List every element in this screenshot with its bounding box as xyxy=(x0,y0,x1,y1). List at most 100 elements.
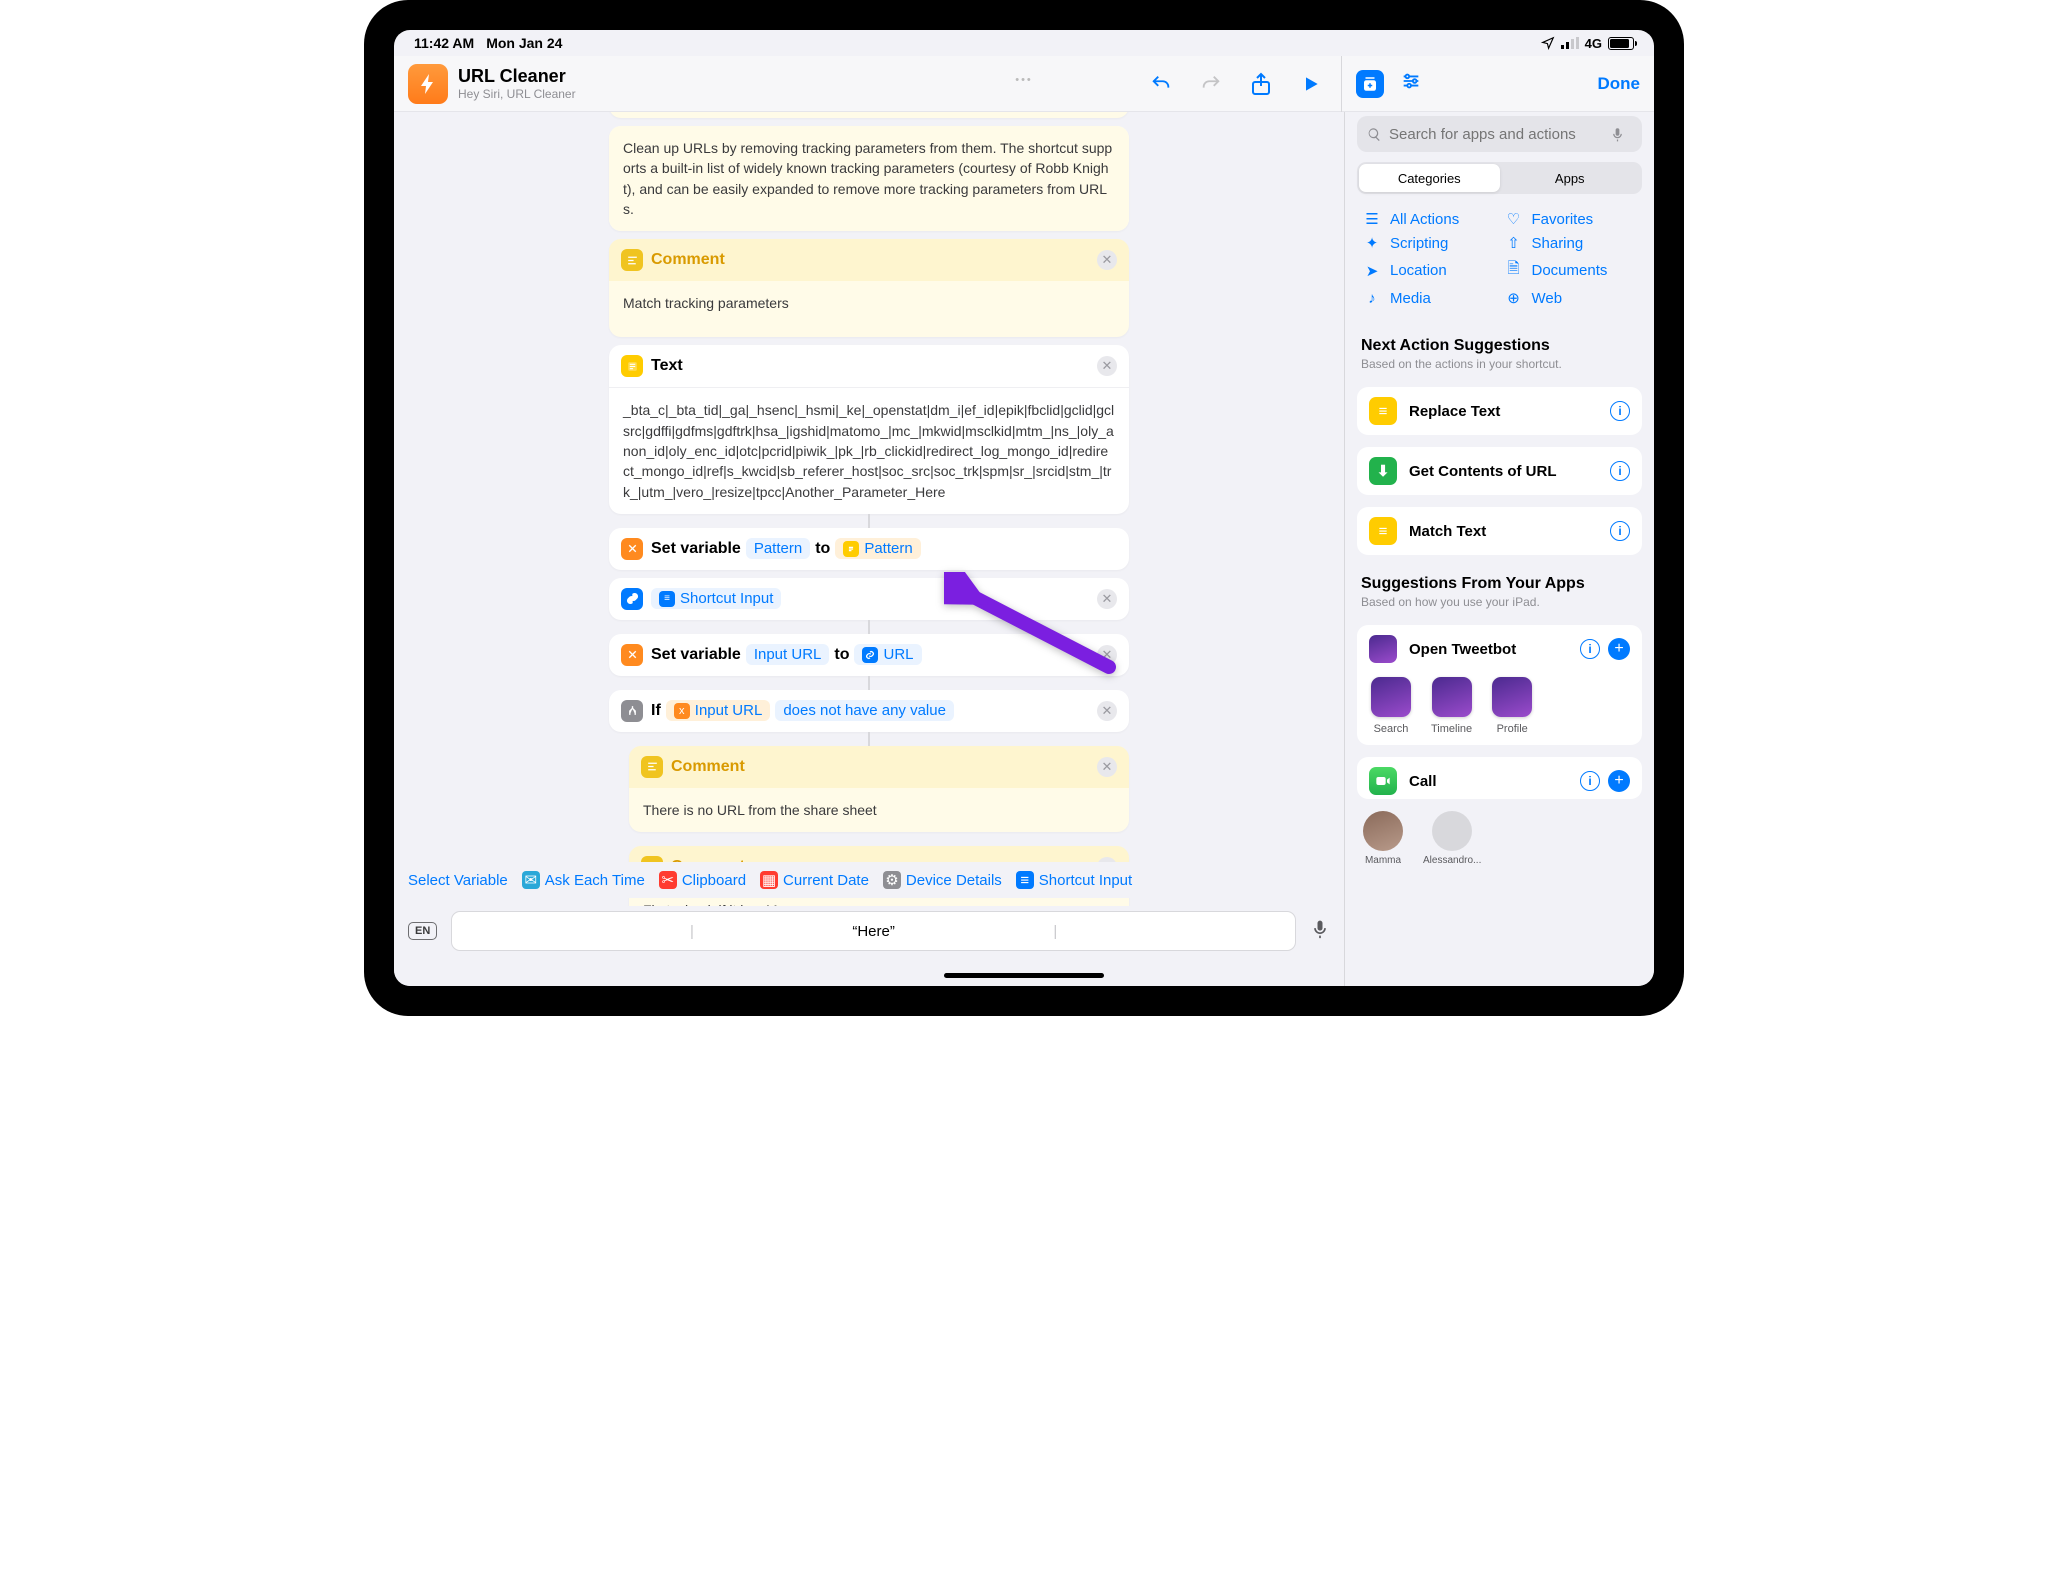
search-input[interactable] xyxy=(1389,126,1610,143)
description-text: Clean up URLs by removing tracking param… xyxy=(609,126,1129,231)
search-field[interactable] xyxy=(1357,116,1642,152)
suggestion-get-contents[interactable]: ⬇ Get Contents of URL i xyxy=(1357,447,1642,495)
siri-subtitle: Hey Siri, URL Cleaner xyxy=(458,87,1149,101)
seg-apps[interactable]: Apps xyxy=(1500,164,1641,192)
link-icon xyxy=(621,588,643,610)
status-bar: 11:42 AM Mon Jan 24 4G xyxy=(394,30,1654,56)
cat-favorites[interactable]: ♡Favorites xyxy=(1505,210,1637,228)
editor-canvas[interactable]: Clean up URLs by removing tracking param… xyxy=(394,112,1344,986)
cat-all-actions[interactable]: ☰All Actions xyxy=(1363,210,1495,228)
comment-card-2[interactable]: Comment ✕ There is no URL from the share… xyxy=(629,746,1129,832)
signal-icon xyxy=(1561,37,1579,49)
next-suggestions-title: Next Action Suggestions xyxy=(1345,323,1654,357)
seg-categories[interactable]: Categories xyxy=(1359,164,1500,192)
set-variable-card-1[interactable]: Set variable Pattern to Pattern xyxy=(609,528,1129,570)
cat-media[interactable]: ♪Media xyxy=(1363,289,1495,307)
input-icon: ≡ xyxy=(1016,871,1034,889)
setvar-to: to xyxy=(815,540,830,558)
library-add-button[interactable] xyxy=(1356,70,1384,98)
predictive-suggestion[interactable]: “Here” xyxy=(852,923,895,940)
add-button[interactable]: + xyxy=(1608,638,1630,660)
device-details-var[interactable]: ⚙Device Details xyxy=(883,871,1002,889)
shortcut-input-var[interactable]: ≡Shortcut Input xyxy=(1016,871,1132,889)
keyboard-lang-button[interactable]: EN xyxy=(408,922,437,940)
delete-action-button[interactable]: ✕ xyxy=(1097,701,1117,721)
home-indicator[interactable] xyxy=(944,973,1104,978)
delete-action-button[interactable]: ✕ xyxy=(1097,589,1117,609)
suggestion-match-text[interactable]: ≡ Match Text i xyxy=(1357,507,1642,555)
filters-button[interactable] xyxy=(1400,70,1422,97)
description-card: Clean up URLs by removing tracking param… xyxy=(609,126,1129,231)
if-condition-pill[interactable]: does not have any value xyxy=(775,700,954,721)
call-row[interactable]: Call i + xyxy=(1357,757,1642,799)
contact-alessandro[interactable]: Alessandro... xyxy=(1423,811,1481,866)
multitask-dots-icon[interactable]: ••• xyxy=(1015,74,1033,86)
redo-button[interactable] xyxy=(1199,72,1223,96)
info-button[interactable]: i xyxy=(1610,401,1630,421)
predictive-text-field[interactable]: | “Here” | xyxy=(451,911,1296,951)
action-sidebar: Categories Apps ☰All Actions ♡Favorites … xyxy=(1344,112,1654,986)
cat-location[interactable]: ➤Location xyxy=(1363,258,1495,283)
add-button[interactable]: + xyxy=(1608,770,1630,792)
if-variable-pill[interactable]: xInput URL xyxy=(666,700,771,721)
cat-scripting[interactable]: ✦Scripting xyxy=(1363,234,1495,252)
page-title: URL Cleaner xyxy=(458,66,1149,87)
variable-name-pill[interactable]: Input URL xyxy=(746,644,830,665)
run-button[interactable] xyxy=(1299,72,1323,96)
comment-card-1[interactable]: Comment ✕ Match tracking parameters xyxy=(609,239,1129,337)
shortcut-input-pill[interactable]: ≡Shortcut Input xyxy=(651,588,781,609)
apps-suggestions-title: Suggestions From Your Apps xyxy=(1345,561,1654,595)
delete-action-button[interactable]: ✕ xyxy=(1097,645,1117,665)
info-button[interactable]: i xyxy=(1580,639,1600,659)
keyboard-suggestion-bar: EN | “Here” | xyxy=(394,906,1344,956)
dictate-icon[interactable] xyxy=(1610,127,1625,142)
segmented-control[interactable]: Categories Apps xyxy=(1357,162,1642,194)
set-variable-card-2[interactable]: Set variable Input URL to URL ✕ xyxy=(609,634,1129,676)
if-card[interactable]: If xInput URL does not have any value ✕ xyxy=(609,690,1129,732)
globe-icon: ⊕ xyxy=(1505,289,1523,307)
variable-value-pill[interactable]: Pattern xyxy=(835,538,920,559)
ask-each-time[interactable]: ✉Ask Each Time xyxy=(522,871,645,889)
undo-button[interactable] xyxy=(1149,72,1173,96)
cat-web[interactable]: ⊕Web xyxy=(1505,289,1637,307)
tweetbot-timeline[interactable]: Timeline xyxy=(1431,677,1472,735)
text-icon: ≡ xyxy=(1369,397,1397,425)
clipboard-var[interactable]: ✂Clipboard xyxy=(659,871,746,889)
current-date-var[interactable]: ▦Current Date xyxy=(760,871,869,889)
document-icon: 🗎 xyxy=(1505,258,1523,283)
search-icon xyxy=(1367,127,1382,142)
comment-icon xyxy=(621,249,643,271)
tweetbot-profile[interactable]: Profile xyxy=(1492,677,1532,735)
select-variable-link[interactable]: Select Variable xyxy=(408,872,508,889)
variable-bar: Select Variable ✉Ask Each Time ✂Clipboar… xyxy=(394,862,1344,898)
info-button[interactable]: i xyxy=(1610,521,1630,541)
cat-sharing[interactable]: ⇧Sharing xyxy=(1505,234,1637,252)
variable-value-pill[interactable]: URL xyxy=(854,644,921,665)
comment-icon xyxy=(641,756,663,778)
delete-action-button[interactable]: ✕ xyxy=(1097,250,1117,270)
comment-title: Comment xyxy=(651,251,1097,269)
done-button[interactable]: Done xyxy=(1598,74,1641,94)
dictate-button[interactable] xyxy=(1310,919,1330,944)
comment-body[interactable]: Match tracking parameters xyxy=(609,281,1129,337)
contact-mamma[interactable]: Mamma xyxy=(1363,811,1403,866)
suggestion-replace-text[interactable]: ≡ Replace Text i xyxy=(1357,387,1642,435)
share-button[interactable] xyxy=(1249,72,1273,96)
delete-action-button[interactable]: ✕ xyxy=(1097,757,1117,777)
comment-body[interactable]: There is no URL from the share sheet xyxy=(629,788,1129,832)
info-button[interactable]: i xyxy=(1580,771,1600,791)
text-title: Text xyxy=(651,357,1097,375)
tweetbot-row[interactable]: Open Tweetbot i + Search Timeline Profil… xyxy=(1357,625,1642,745)
variable-name-pill[interactable]: Pattern xyxy=(746,538,810,559)
delete-action-button[interactable]: ✕ xyxy=(1097,356,1117,376)
text-body[interactable]: _bta_c|_bta_tid|_ga|_hsenc|_hsmi|_ke|_op… xyxy=(609,388,1129,513)
comment-title: Comment xyxy=(671,758,1097,776)
variable-icon xyxy=(621,644,643,666)
text-card[interactable]: Text ✕ _bta_c|_bta_tid|_ga|_hsenc|_hsmi|… xyxy=(609,345,1129,513)
shortcut-input-card[interactable]: ≡Shortcut Input ✕ xyxy=(609,578,1129,620)
info-button[interactable]: i xyxy=(1610,461,1630,481)
share-icon: ⇧ xyxy=(1505,234,1523,252)
cat-documents[interactable]: 🗎Documents xyxy=(1505,258,1637,283)
calendar-icon: ▦ xyxy=(760,871,778,889)
tweetbot-search[interactable]: Search xyxy=(1371,677,1411,735)
